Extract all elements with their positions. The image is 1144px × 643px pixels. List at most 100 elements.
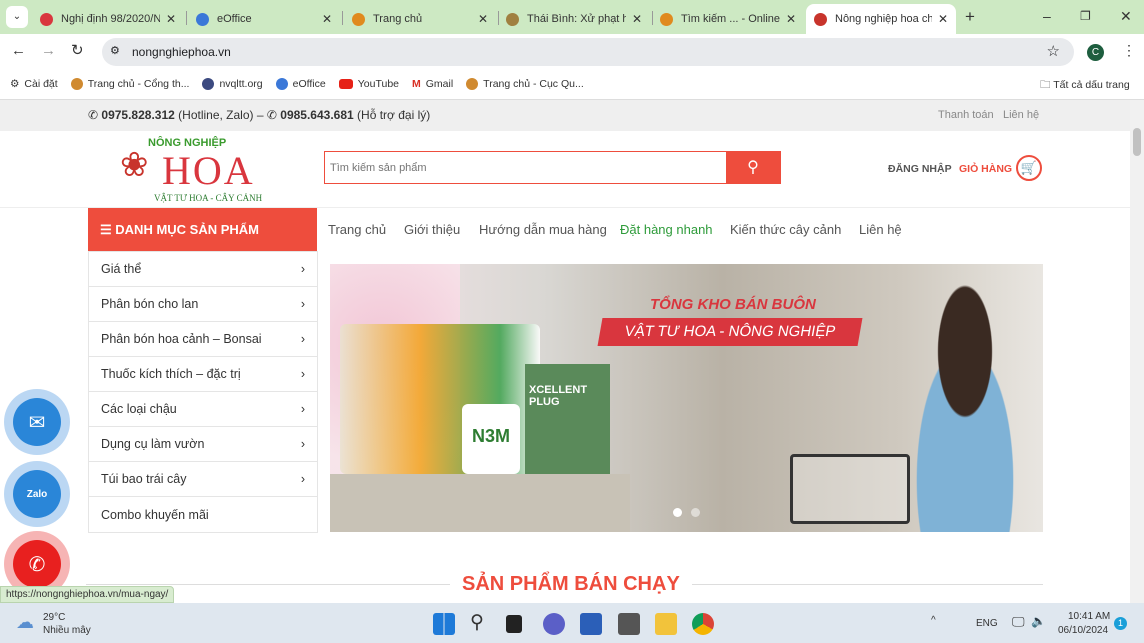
category-item[interactable]: Phân bón cho lan › [89, 287, 317, 322]
bookmark-item[interactable]: ⚙ Cài đặt [10, 78, 58, 90]
gmail-icon: M [412, 77, 421, 90]
login-link[interactable]: ĐĂNG NHẬP [888, 163, 952, 175]
start-icon[interactable] [433, 613, 455, 635]
close-icon[interactable]: ✕ [786, 12, 796, 26]
category-label: Combo khuyến mãi [101, 507, 209, 522]
meet-icon[interactable] [543, 613, 565, 635]
scrollbar[interactable] [1130, 100, 1144, 603]
bookmark-item[interactable]: Trang chủ - Cổng th... [70, 77, 190, 90]
bookmark-label: Trang chủ - Cổng th... [87, 77, 190, 90]
volume-icon[interactable]: 🔈 [1031, 614, 1046, 628]
all-bookmarks[interactable]: 🗀 Tất cả dấu trang [1040, 77, 1130, 95]
bookmark-label: YouTube [357, 77, 399, 90]
nav-quick-order[interactable]: Đặt hàng nhanh [620, 222, 713, 237]
app-icon[interactable] [618, 613, 640, 635]
close-window-button[interactable]: ✕ [1120, 8, 1132, 25]
category-label: Dụng cụ làm vườn [101, 437, 205, 451]
hero-banner[interactable]: TỔNG KHO BÁN BUÔN VẬT TƯ HOA - NÔNG NGHI… [330, 264, 1043, 532]
bookmark-item[interactable]: Trang chủ - Cục Qu... [466, 77, 584, 90]
tab-favicon [40, 12, 53, 26]
contact-link[interactable]: Liên hệ [1003, 109, 1039, 121]
zalo-float-button[interactable]: Zalo [4, 461, 70, 527]
profile-avatar[interactable]: C [1087, 44, 1104, 61]
close-icon[interactable]: ✕ [632, 12, 642, 26]
weather-desc[interactable]: Nhiều mây [43, 625, 91, 636]
nav-contact[interactable]: Liên hệ [859, 222, 902, 237]
category-item[interactable]: Dụng cụ làm vườn › [89, 427, 317, 462]
emblem-icon [70, 77, 83, 90]
emblem-icon [466, 77, 479, 90]
carousel-dot[interactable] [691, 508, 700, 517]
search-button[interactable]: ⚲ [726, 152, 780, 183]
close-icon[interactable]: ✕ [938, 12, 948, 26]
close-icon[interactable]: ✕ [478, 12, 488, 26]
category-item[interactable]: Giá thể › [89, 252, 317, 287]
nav-home[interactable]: Trang chủ [328, 222, 386, 237]
flower-icon: ❀ [120, 146, 149, 184]
logo[interactable]: ❀ NÔNG NGHIỆP HOA VẬT TƯ HOA - CÂY CẢNH [118, 137, 268, 205]
tab-3[interactable]: Thái Bình: Xử phạt hà ✕ [498, 4, 650, 34]
best-seller-title: SẢN PHẨM BÁN CHẠY [450, 573, 692, 596]
hotline[interactable]: 0975.828.312 [101, 108, 174, 122]
payment-link[interactable]: Thanh toán [938, 109, 994, 121]
bookmark-item[interactable]: eOffice [275, 77, 326, 90]
cart-link[interactable]: GIỎ HÀNG [959, 163, 1012, 175]
notification-badge[interactable]: 1 [1114, 617, 1127, 630]
clock-date[interactable]: 06/10/2024 [1058, 625, 1108, 636]
search-input[interactable] [325, 152, 726, 183]
category-item[interactable]: Các loại chậu › [89, 392, 317, 427]
chevron-right-icon: › [300, 367, 305, 381]
tab-4[interactable]: Tìm kiếm ... - Online ✕ [652, 4, 804, 34]
language-indicator[interactable]: ENG [976, 618, 998, 629]
close-icon[interactable]: ✕ [322, 12, 332, 26]
carousel-dot-active[interactable] [673, 508, 682, 517]
woman-image [890, 274, 1040, 532]
weather-temp[interactable]: 29°C [43, 612, 65, 623]
category-label: Giá thể [101, 262, 142, 276]
phone-icon: ✆ [13, 540, 61, 588]
nav-guide[interactable]: Hướng dẫn mua hàng [479, 222, 607, 237]
bookmark-star-icon[interactable]: ☆ [1047, 42, 1060, 60]
address-bar[interactable]: ⚙ nongnghiephoa.vn ☆ [102, 38, 1074, 66]
tab-0[interactable]: Nghị định 98/2020/N ✕ [32, 4, 184, 34]
tab-title: Nông nghiệp hoa chu [835, 13, 932, 25]
reload-icon[interactable]: ↻ [71, 41, 84, 59]
search-icon[interactable]: ⚲ [470, 611, 484, 634]
email-float-button[interactable]: ✉ [4, 389, 70, 455]
task-view-icon[interactable] [506, 615, 522, 633]
bookmark-item[interactable]: nvqltt.org [202, 77, 263, 90]
file-explorer-icon[interactable] [655, 613, 677, 635]
minimize-button[interactable]: – [1043, 8, 1051, 24]
nav-about[interactable]: Giới thiệu [404, 222, 460, 237]
close-icon[interactable]: ✕ [166, 12, 176, 26]
bookmark-label: Gmail [425, 77, 454, 90]
site-info-icon[interactable]: ⚙ [110, 44, 120, 57]
tab-1[interactable]: eOffice ✕ [188, 4, 340, 34]
tab-favicon [196, 12, 209, 26]
chevron-right-icon: › [300, 332, 305, 346]
maximize-button[interactable]: ❐ [1080, 9, 1091, 23]
bookmark-item[interactable]: YouTube [338, 77, 399, 90]
clock-time[interactable]: 10:41 AM [1068, 611, 1110, 622]
tab-2[interactable]: Trang chủ ✕ [344, 4, 496, 34]
network-icon[interactable]: 🖵 [1012, 614, 1025, 630]
chevron-up-icon[interactable]: ^ [931, 615, 936, 626]
chrome-icon[interactable] [692, 613, 714, 635]
windows-taskbar: ☁ 29°C Nhiều mây ⚲ ^ ENG 🖵 🔈 10:41 AM 06… [0, 603, 1144, 643]
tab-5-active[interactable]: Nông nghiệp hoa chu ✕ [806, 4, 956, 34]
nav-knowledge[interactable]: Kiến thức cây cảnh [730, 222, 841, 237]
cart-icon[interactable]: 🛒 [1016, 155, 1042, 181]
bookmark-item[interactable]: M Gmail [412, 78, 453, 90]
forward-icon[interactable]: → [41, 42, 56, 59]
new-tab-button[interactable]: + [965, 7, 975, 27]
category-item[interactable]: Combo khuyến mãi [89, 497, 317, 532]
category-menu-button[interactable]: ☰ DANH MỤC SẢN PHẨM [88, 208, 317, 251]
category-item[interactable]: Thuốc kích thích – đặc trị › [89, 357, 317, 392]
back-icon[interactable]: ← [11, 42, 26, 59]
agent-phone[interactable]: 0985.643.681 [280, 108, 353, 122]
tab-search-button[interactable]: ⌄ [6, 6, 28, 28]
category-item[interactable]: Phân bón hoa cảnh – Bonsai › [89, 322, 317, 357]
menu-icon[interactable]: ⋮ [1122, 42, 1136, 59]
category-item[interactable]: Túi bao trái cây › [89, 462, 317, 497]
word-icon[interactable] [580, 613, 602, 635]
